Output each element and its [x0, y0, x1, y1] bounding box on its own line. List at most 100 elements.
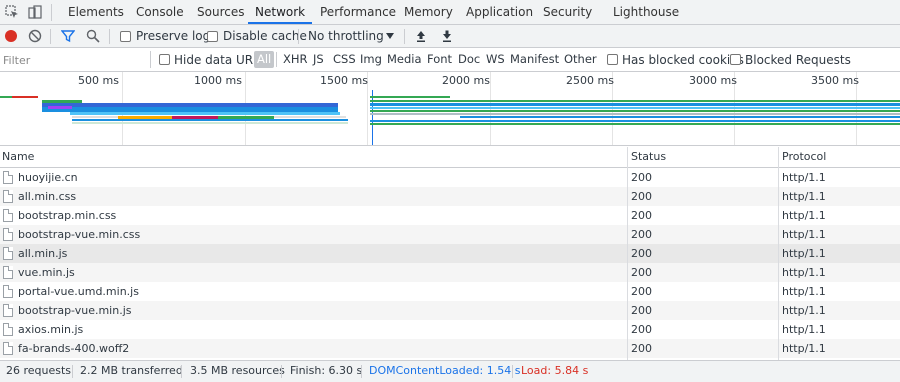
summary-divider — [181, 365, 182, 378]
tab-sources[interactable]: Sources — [197, 0, 244, 24]
overview-gridline — [490, 72, 491, 145]
column-header-name[interactable]: Name — [0, 147, 627, 168]
record-icon[interactable] — [4, 29, 18, 43]
inspect-element-icon[interactable] — [5, 5, 19, 19]
disable-cache-checkbox[interactable] — [207, 31, 218, 42]
table-row[interactable]: bootstrap-vue.min.css 200 http/1.1 — [0, 225, 900, 244]
device-toolbar-icon[interactable] — [28, 5, 42, 19]
waterfall-bar — [370, 123, 900, 125]
column-separator[interactable] — [778, 147, 779, 360]
request-name[interactable]: fa-brands-400.woff2 — [18, 339, 129, 358]
request-name[interactable]: huoyijie.cn — [18, 168, 78, 187]
request-name[interactable]: vue.min.js — [18, 263, 75, 282]
table-row[interactable]: bootstrap-vue.min.js 200 http/1.1 — [0, 301, 900, 320]
summary-load: Load: 5.84 s — [521, 364, 589, 377]
document-icon — [3, 171, 13, 184]
request-name[interactable]: portal-vue.umd.min.js — [18, 282, 139, 301]
request-protocol: http/1.1 — [782, 247, 826, 260]
tab-application[interactable]: Application — [466, 0, 533, 24]
waterfall-bar — [48, 106, 72, 109]
table-row[interactable]: huoyijie.cn 200 http/1.1 — [0, 168, 900, 187]
request-protocol: http/1.1 — [782, 171, 826, 184]
table-row[interactable]: fa-brands-400.woff2 200 http/1.1 — [0, 339, 900, 358]
filter-type-css[interactable]: CSS — [333, 51, 356, 68]
filter-type-img[interactable]: Img — [360, 51, 382, 68]
overview-tick-label: 3500 ms — [811, 74, 859, 87]
has-blocked-cookies-checkbox[interactable] — [607, 54, 618, 65]
devtools-tab-bar: Elements Console Sources Network Perform… — [0, 0, 900, 25]
filter-type-font[interactable]: Font — [427, 51, 452, 68]
request-name[interactable]: bootstrap-vue.min.css — [18, 225, 140, 244]
table-row[interactable]: axios.min.js 200 http/1.1 — [0, 320, 900, 339]
tab-memory[interactable]: Memory — [404, 0, 453, 24]
request-status: 200 — [631, 228, 652, 241]
filter-input[interactable] — [0, 50, 148, 70]
table-row[interactable]: portal-vue.umd.min.js 200 http/1.1 — [0, 282, 900, 301]
filter-type-doc[interactable]: Doc — [458, 51, 480, 68]
column-separator[interactable] — [627, 147, 628, 360]
request-name[interactable]: axios.min.js — [18, 320, 83, 339]
summary-transferred: 2.2 MB transferred — [80, 364, 183, 377]
clear-icon[interactable] — [28, 29, 42, 43]
request-name[interactable]: bootstrap-vue.min.js — [18, 301, 132, 320]
column-header-protocol[interactable]: Protocol — [780, 147, 900, 168]
blocked-requests-checkbox[interactable] — [730, 54, 741, 65]
filter-type-js[interactable]: JS — [313, 51, 324, 68]
request-status: 200 — [631, 209, 652, 222]
filter-type-other[interactable]: Other — [564, 51, 597, 68]
document-icon — [3, 323, 13, 336]
filter-icon[interactable] — [61, 29, 75, 43]
toolbar-divider — [50, 29, 51, 44]
request-status: 200 — [631, 285, 652, 298]
request-protocol: http/1.1 — [782, 342, 826, 355]
toolbar-divider — [109, 29, 110, 44]
toolbar-divider — [404, 29, 405, 44]
summary-finish: Finish: 6.30 s — [290, 364, 363, 377]
filter-type-ws[interactable]: WS — [486, 51, 505, 68]
chevron-down-icon[interactable] — [386, 33, 394, 39]
tab-security[interactable]: Security — [543, 0, 592, 24]
table-row[interactable]: bootstrap.min.css 200 http/1.1 — [0, 206, 900, 225]
network-overview[interactable]: 500 ms 1000 ms 1500 ms 2000 ms 2500 ms 3… — [0, 72, 900, 146]
request-status: 200 — [631, 190, 652, 203]
column-header-status[interactable]: Status — [629, 147, 778, 168]
filter-type-all[interactable]: All — [254, 51, 275, 68]
overview-tick-label: 1000 ms — [194, 74, 242, 87]
table-row[interactable]: all.min.css 200 http/1.1 — [0, 187, 900, 206]
hide-data-urls-label: Hide data URLs — [174, 53, 267, 67]
request-protocol: http/1.1 — [782, 266, 826, 279]
preserve-log-checkbox[interactable] — [120, 31, 131, 42]
filter-type-xhr[interactable]: XHR — [283, 51, 308, 68]
overview-tick-label: 1500 ms — [320, 74, 368, 87]
request-name[interactable]: bootstrap.min.css — [18, 206, 116, 225]
filter-type-manifest[interactable]: Manifest — [510, 51, 559, 68]
preserve-log-label: Preserve log — [136, 29, 211, 43]
network-toolbar: Preserve log Disable cache No throttling — [0, 25, 900, 48]
document-icon — [3, 190, 13, 203]
request-name[interactable]: all.min.css — [18, 187, 76, 206]
summary-resources: 3.5 MB resources — [190, 364, 285, 377]
overview-tick-label: 500 ms — [78, 74, 119, 87]
summary-divider — [281, 365, 282, 378]
request-protocol: http/1.1 — [782, 323, 826, 336]
table-row[interactable]: all.min.js 200 http/1.1 — [0, 244, 900, 263]
waterfall-bar — [370, 107, 900, 109]
tab-elements[interactable]: Elements — [68, 0, 124, 24]
table-row[interactable]: vue.min.js 200 http/1.1 — [0, 263, 900, 282]
filter-divider — [150, 51, 151, 68]
waterfall-bar — [370, 100, 900, 102]
tab-console[interactable]: Console — [136, 0, 184, 24]
filter-type-media[interactable]: Media — [387, 51, 422, 68]
import-har-icon[interactable] — [414, 29, 428, 43]
export-har-icon[interactable] — [440, 29, 454, 43]
request-status: 200 — [631, 171, 652, 184]
search-icon[interactable] — [86, 29, 100, 43]
tab-lighthouse[interactable]: Lighthouse — [613, 0, 679, 24]
summary-requests: 26 requests — [6, 364, 72, 377]
hide-data-urls-checkbox[interactable] — [159, 54, 170, 65]
throttling-select[interactable]: No throttling — [308, 29, 384, 43]
tab-network[interactable]: Network — [248, 0, 313, 24]
tab-performance[interactable]: Performance — [320, 0, 396, 24]
request-name[interactable]: all.min.js — [18, 244, 67, 263]
request-status: 200 — [631, 247, 652, 260]
